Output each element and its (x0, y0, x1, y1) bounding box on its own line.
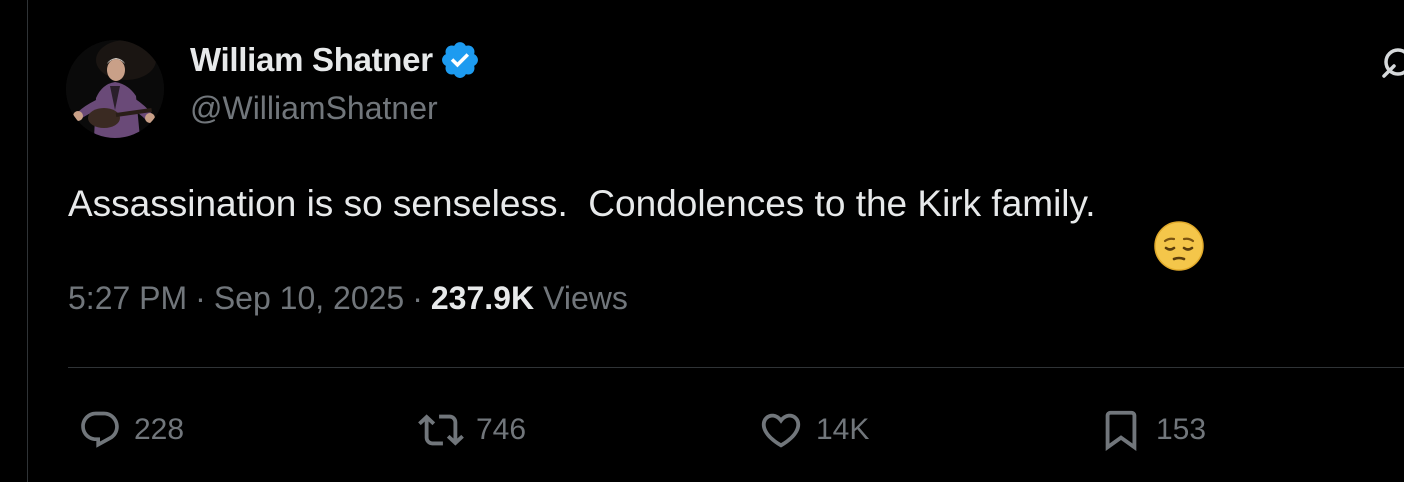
pensive-face-emoji-icon (1112, 178, 1204, 271)
avatar[interactable] (66, 40, 164, 138)
bookmark-icon (1098, 407, 1144, 453)
verified-badge-icon[interactable] (439, 39, 481, 81)
reply-button[interactable]: 228 (78, 406, 184, 454)
divider (68, 367, 1404, 368)
tweet-date[interactable]: Sep 10, 2025 (214, 280, 404, 317)
tweet-body: Assassination is so senseless. Condolenc… (68, 178, 1204, 271)
repost-count: 746 (476, 413, 527, 446)
repost-button[interactable]: 746 (418, 406, 526, 454)
guitar-player-avatar-icon (66, 40, 164, 138)
bookmark-button[interactable]: 153 (1098, 406, 1206, 454)
reply-bubble-icon (78, 408, 122, 452)
author-name-row: William Shatner (190, 38, 481, 82)
tweet-time[interactable]: 5:27 PM (68, 280, 187, 317)
views-count[interactable]: 237.9K (431, 280, 534, 317)
grok-icon[interactable] (1376, 44, 1404, 84)
author-display-name[interactable]: William Shatner (190, 41, 433, 79)
timeline-border (27, 0, 28, 482)
meta-separator: · (195, 280, 206, 316)
repost-icon (418, 407, 464, 453)
tweet-text: Assassination is so senseless. Condolenc… (68, 183, 1096, 224)
like-count: 14K (816, 413, 870, 446)
views-label[interactable]: Views (543, 280, 628, 317)
author-handle[interactable]: @WilliamShatner (190, 90, 438, 127)
bookmark-count: 153 (1156, 413, 1207, 446)
like-button[interactable]: 14K (758, 406, 869, 454)
reply-count: 228 (134, 413, 185, 446)
heart-icon (758, 407, 804, 453)
meta-separator: · (412, 280, 423, 316)
tweet-meta: 5:27 PM · Sep 10, 2025 · 237.9K Views (68, 280, 628, 317)
